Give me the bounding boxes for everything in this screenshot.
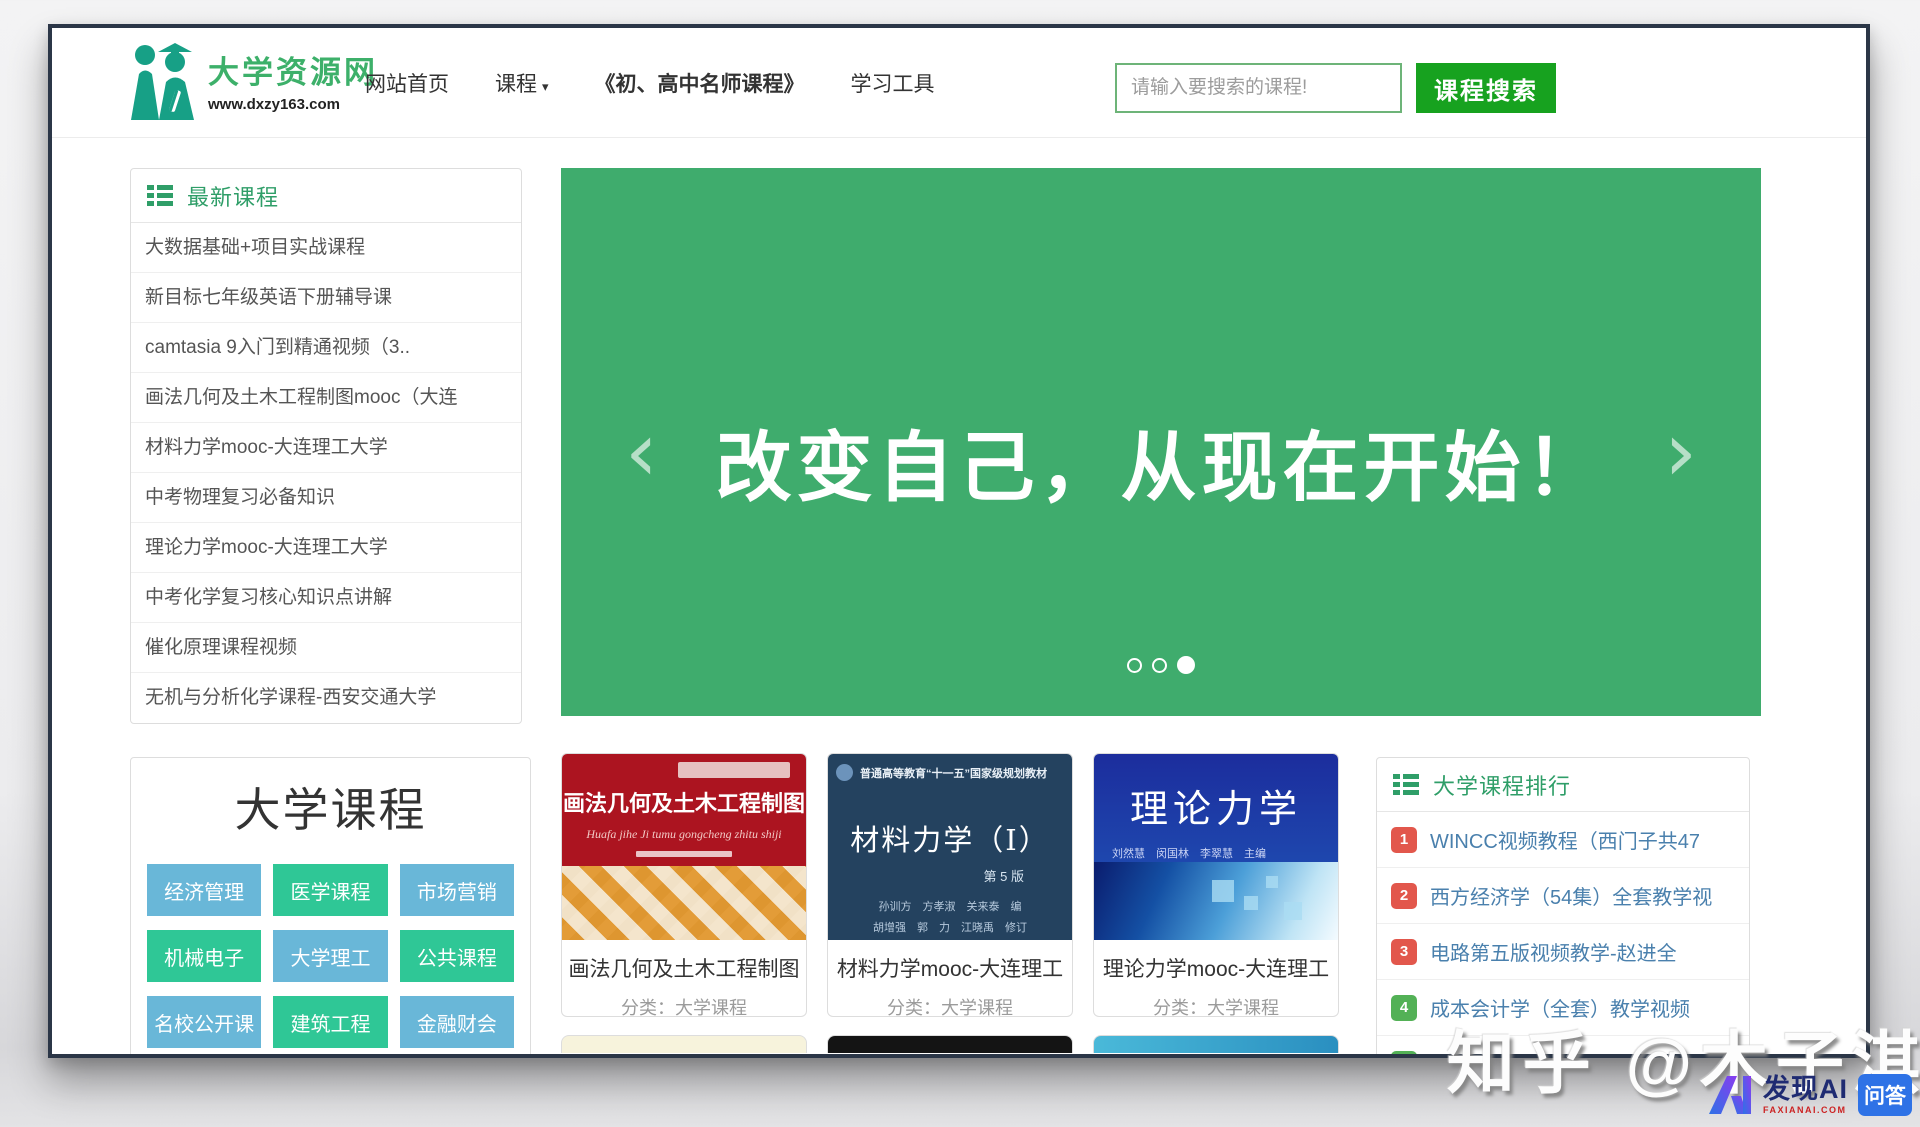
cover-authors: 刘然慧 闵国林 李翠慧 主编: [1094, 833, 1338, 861]
university-courses-panel: 大学课程 经济管理 医学课程 市场营销 机械电子 大学理工 公共课程 名校公开课…: [130, 757, 531, 1058]
list-item[interactable]: 中考物理复习必备知识: [131, 473, 521, 523]
category-tag-marketing[interactable]: 市场营销: [400, 864, 514, 916]
list-icon: [1393, 774, 1419, 796]
course-cover-image: 理论力学 刘然慧 闵国林 李翠慧 主编: [1094, 754, 1338, 940]
cover-authors: 孙训方 方孝淑 关来泰 编 胡增强 郭 力 江晓禹 修订: [828, 897, 1072, 939]
nav-study-tools[interactable]: 学习工具: [851, 68, 935, 98]
rank-label: 电路第五版视频教学-赵进全: [1430, 937, 1677, 966]
list-item[interactable]: 催化原理课程视频: [131, 623, 521, 673]
faxianai-logo: 发现AI FAXIANAI.COM 问答: [1707, 1074, 1912, 1116]
cover-title: 材料力学（Ⅰ）: [828, 817, 1072, 859]
rank-badge: 1: [1391, 827, 1417, 853]
carousel-prev-arrow[interactable]: ‹: [625, 412, 658, 494]
course-ranking-title: 大学课程排行: [1433, 769, 1571, 801]
list-item[interactable]: 1 WINCC视频教程（西门子共47: [1377, 812, 1749, 868]
nav-famous-teacher-courses[interactable]: 《初、高中名师课程》: [595, 68, 805, 98]
carousel-dot[interactable]: [1152, 658, 1167, 673]
list-item[interactable]: 2 西方经济学（54集）全套教学视: [1377, 868, 1749, 924]
list-item[interactable]: 理论力学mooc-大连理工大学: [131, 523, 521, 573]
faxianai-domain-text: FAXIANAI.COM: [1763, 1106, 1848, 1115]
rank-badge: 4: [1391, 995, 1417, 1021]
cover-title: 理论力学: [1094, 754, 1338, 833]
list-item[interactable]: 无机与分析化学课程-西安交通大学: [131, 673, 521, 723]
partial-card-top: [561, 1035, 807, 1053]
list-item[interactable]: 3 电路第五版视频教学-赵进全: [1377, 924, 1749, 980]
faxianai-brand-text: 发现AI: [1763, 1076, 1848, 1103]
hero-carousel: 改变自己，从现在开始！ ‹ ›: [561, 168, 1761, 716]
list-item[interactable]: 大数据基础+项目实战课程: [131, 223, 521, 273]
carousel-dots: [561, 656, 1761, 674]
carousel-dot-active[interactable]: [1177, 656, 1195, 674]
course-cover-image: 普通高等教育“十一五”国家级规划教材 材料力学（Ⅰ） 第 5 版 孙训方 方孝淑…: [828, 754, 1072, 940]
course-cover-image: 画法几何及土木工程制图 Huafa jihe Ji tumu gongcheng…: [562, 754, 806, 940]
rank-label: WINCC视频教程（西门子共47: [1430, 825, 1700, 854]
carousel-dot[interactable]: [1127, 658, 1142, 673]
course-category: 分类：大学课程: [562, 994, 806, 1017]
category-tag-finance[interactable]: 金融财会: [400, 996, 514, 1048]
cover-mosaic-decoration: [562, 866, 806, 940]
course-card[interactable]: 画法几何及土木工程制图 Huafa jihe Ji tumu gongcheng…: [561, 753, 807, 1017]
category-tag-economics[interactable]: 经济管理: [147, 864, 261, 916]
partial-card-top: [827, 1035, 1073, 1053]
category-tag-grid: 经济管理 医学课程 市场营销 机械电子 大学理工 公共课程 名校公开课 建筑工程…: [147, 864, 514, 1048]
rank-badge: 3: [1391, 939, 1417, 965]
list-item[interactable]: 材料力学mooc-大连理工大学: [131, 423, 521, 473]
rank-badge: 2: [1391, 883, 1417, 909]
course-category: 分类：大学课程: [1094, 994, 1338, 1017]
chevron-down-icon: ▾: [542, 79, 549, 94]
search-input[interactable]: [1115, 63, 1402, 113]
nav-home[interactable]: 网站首页: [365, 68, 449, 98]
course-card[interactable]: 普通高等教育“十一五”国家级规划教材 材料力学（Ⅰ） 第 5 版 孙训方 方孝淑…: [827, 753, 1073, 1017]
category-tag-science[interactable]: 大学理工: [273, 930, 387, 982]
nav-courses[interactable]: 课程▾: [495, 68, 549, 98]
course-ranking-header: 大学课程排行: [1377, 758, 1749, 812]
list-item[interactable]: 新目标七年级英语下册辅导课: [131, 273, 521, 323]
cover-byline-decoration: [636, 851, 732, 857]
cover-logo-decoration: [836, 764, 853, 781]
cover-badge-decoration: [678, 762, 790, 778]
cover-band-text: 普通高等教育“十一五”国家级规划教材: [860, 765, 1047, 781]
course-title: 理论力学mooc-大连理工: [1094, 953, 1338, 983]
category-tag-public[interactable]: 公共课程: [400, 930, 514, 982]
list-item[interactable]: 画法几何及土木工程制图mooc（大连: [131, 373, 521, 423]
faxianai-qa-badge: 问答: [1858, 1074, 1912, 1116]
cover-edition: 第 5 版: [828, 866, 1072, 885]
carousel-next-arrow[interactable]: ›: [1664, 412, 1697, 494]
latest-courses-panel: 最新课程 大数据基础+项目实战课程 新目标七年级英语下册辅导课 camtasia…: [130, 168, 522, 724]
rank-label: 西方经济学（54集）全套教学视: [1430, 881, 1712, 910]
faxianai-mark-icon: [1707, 1074, 1753, 1116]
latest-courses-header: 最新课程: [131, 169, 521, 223]
site-logo[interactable]: 大学资源网 www.dxzy163.com: [128, 38, 378, 122]
site-url: www.dxzy163.com: [208, 96, 378, 113]
site-title: 大学资源网: [208, 47, 378, 92]
list-icon: [147, 185, 173, 207]
rank-badge: 5: [1391, 1051, 1417, 1059]
latest-courses-list: 大数据基础+项目实战课程 新目标七年级英语下册辅导课 camtasia 9入门到…: [131, 223, 521, 723]
category-tag-medical[interactable]: 医学课程: [273, 864, 387, 916]
cover-subtitle: Huafa jihe Ji tumu gongcheng zhitu shiji: [562, 827, 806, 842]
course-card[interactable]: 理论力学 刘然慧 闵国林 李翠慧 主编 理论力学mooc-大连理工 分类：大学课…: [1093, 753, 1339, 1017]
list-item[interactable]: camtasia 9入门到精通视频（3..: [131, 323, 521, 373]
carousel-slogan: 改变自己，从现在开始！: [561, 406, 1761, 516]
course-title: 材料力学mooc-大连理工: [828, 953, 1072, 983]
course-title: 画法几何及土木工程制图: [562, 953, 806, 983]
site-logo-icon: [128, 38, 198, 122]
partial-card-top: [1093, 1035, 1339, 1053]
latest-courses-title: 最新课程: [187, 180, 279, 212]
list-item[interactable]: 中考化学复习核心知识点讲解: [131, 573, 521, 623]
category-tag-opencourse[interactable]: 名校公开课: [147, 996, 261, 1048]
main-nav: 网站首页 课程▾ 《初、高中名师课程》 学习工具: [365, 28, 935, 138]
search-button[interactable]: 课程搜索: [1416, 63, 1556, 113]
site-header: 大学资源网 www.dxzy163.com 网站首页 课程▾ 《初、高中名师课程…: [52, 28, 1866, 138]
category-tag-mechanical[interactable]: 机械电子: [147, 930, 261, 982]
university-courses-title: 大学课程: [131, 774, 530, 840]
browser-window: 大学资源网 www.dxzy163.com 网站首页 课程▾ 《初、高中名师课程…: [48, 24, 1870, 1058]
cover-graphic-decoration: [1094, 862, 1338, 940]
course-category: 分类：大学课程: [828, 994, 1072, 1017]
category-tag-architecture[interactable]: 建筑工程: [273, 996, 387, 1048]
